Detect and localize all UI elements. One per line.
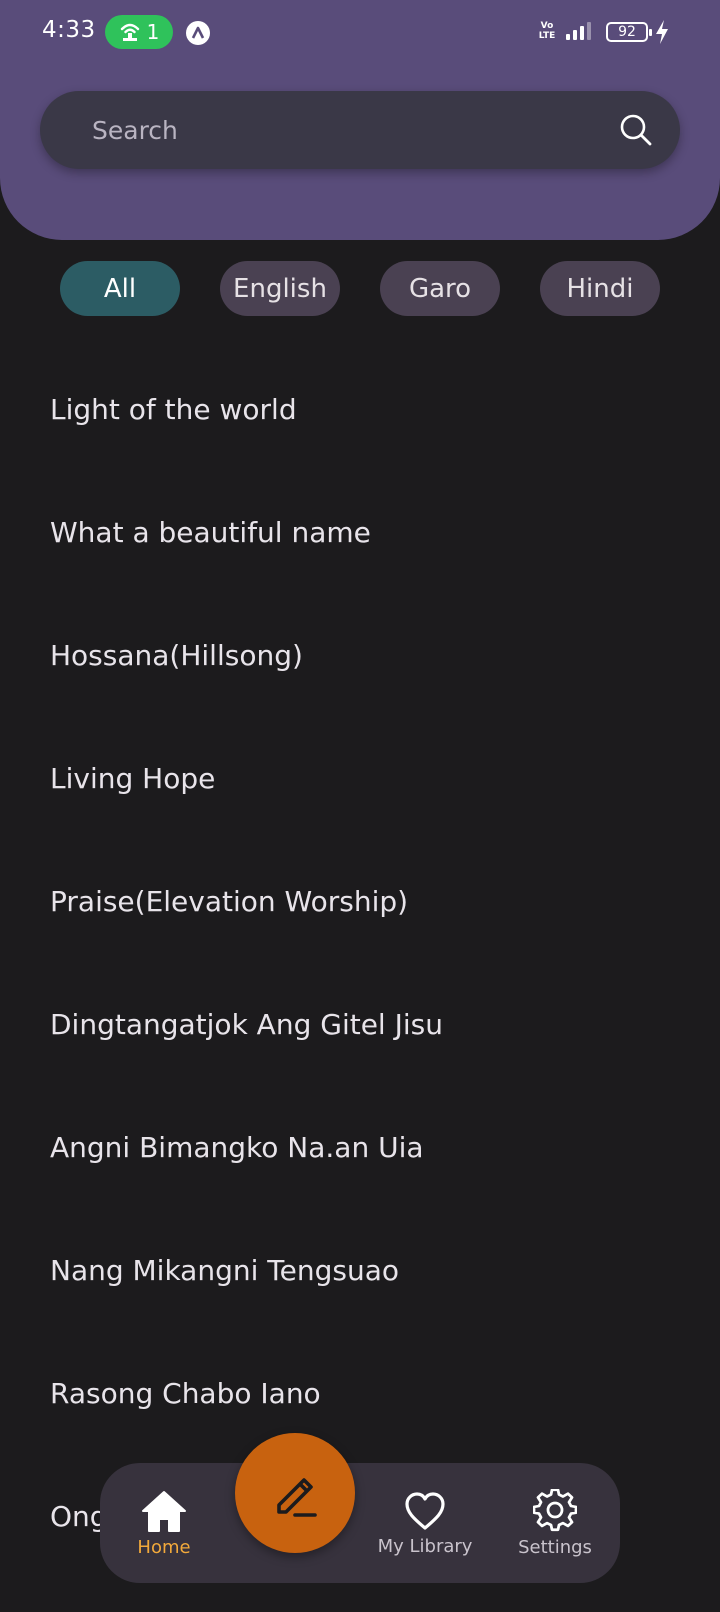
- hotspot-icon: [120, 23, 139, 41]
- hotspot-count: 1: [146, 20, 160, 44]
- pencil-icon: [277, 1478, 317, 1517]
- song-list-item[interactable]: Praise(Elevation Worship): [0, 840, 720, 963]
- song-list-item[interactable]: Nang Mikangni Tengsuao: [0, 1209, 720, 1332]
- language-filter-chips: All English Garo Hindi: [0, 261, 720, 316]
- nav-home[interactable]: Home: [109, 1463, 219, 1583]
- gear-icon: [533, 1488, 577, 1531]
- song-list-item[interactable]: Hossana(Hillsong): [0, 594, 720, 717]
- nav-settings-label: Settings: [518, 1536, 592, 1558]
- volte-indicator: Vo LTE: [538, 21, 556, 41]
- song-list-item[interactable]: Angni Bimangko Na.an Uia: [0, 1086, 720, 1209]
- battery-icon: 92: [606, 22, 652, 42]
- song-list-item[interactable]: What a beautiful name: [0, 471, 720, 594]
- filter-chip-garo[interactable]: Garo: [380, 261, 500, 316]
- nav-settings[interactable]: Settings: [500, 1463, 610, 1583]
- filter-chip-english[interactable]: English: [220, 261, 340, 316]
- bottom-navigation: Home My Library Settings: [100, 1463, 620, 1583]
- status-time: 4:33: [42, 17, 96, 43]
- search-icon[interactable]: [618, 112, 654, 148]
- heart-icon: [405, 1491, 445, 1530]
- compose-fab[interactable]: [235, 1433, 355, 1553]
- navigation-app-icon: [186, 21, 210, 45]
- battery-level: 92: [618, 24, 636, 40]
- filter-chip-hindi[interactable]: Hindi: [540, 261, 660, 316]
- song-list: Light of the world What a beautiful name…: [0, 348, 720, 1578]
- status-bar: 4:33 1 Vo LTE 92: [0, 0, 720, 66]
- search-bar[interactable]: [40, 91, 680, 169]
- home-icon: [142, 1490, 186, 1532]
- song-list-item[interactable]: Living Hope: [0, 717, 720, 840]
- charging-icon: [656, 20, 668, 44]
- nav-my-library-label: My Library: [377, 1535, 473, 1557]
- nav-home-label: Home: [137, 1536, 191, 1558]
- search-input[interactable]: [90, 91, 590, 169]
- song-list-item[interactable]: Light of the world: [0, 348, 720, 471]
- filter-chip-all[interactable]: All: [60, 261, 180, 316]
- signal-icon: [566, 22, 591, 40]
- song-list-item[interactable]: Dingtangatjok Ang Gitel Jisu: [0, 963, 720, 1086]
- song-list-item[interactable]: Rasong Chabo Iano: [0, 1332, 720, 1455]
- hotspot-indicator[interactable]: 1: [105, 15, 173, 49]
- nav-my-library[interactable]: My Library: [370, 1463, 480, 1583]
